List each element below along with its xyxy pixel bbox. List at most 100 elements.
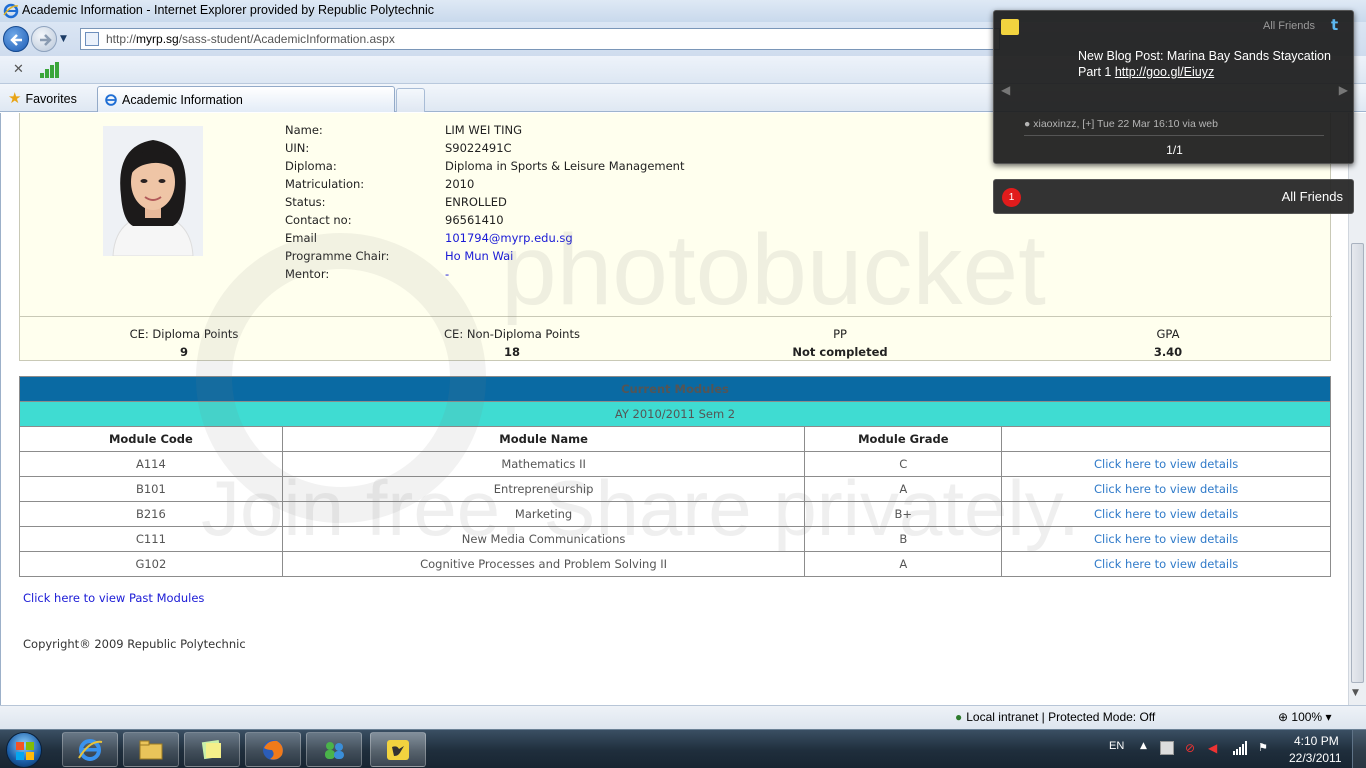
name-label: Name: bbox=[285, 123, 323, 137]
taskbar-explorer[interactable] bbox=[123, 732, 179, 767]
email-label: Email bbox=[285, 231, 317, 245]
gpa-label: GPA bbox=[1156, 327, 1180, 341]
mentor-link[interactable]: - bbox=[445, 267, 449, 281]
network-device-icon[interactable] bbox=[1160, 741, 1174, 755]
ie-icon bbox=[78, 739, 103, 761]
module-code: A114 bbox=[19, 451, 283, 477]
show-hidden-icons-icon[interactable]: ▲ bbox=[1140, 741, 1154, 755]
notification-popup[interactable]: All Friends t ◀ ▶ New Blog Post: Marina … bbox=[993, 10, 1354, 164]
ie-logo-icon bbox=[3, 3, 19, 19]
copyright-text: Copyright® 2009 Republic Polytechnic bbox=[23, 637, 246, 651]
signal-icon[interactable] bbox=[38, 62, 60, 78]
zoom-level[interactable]: ⊕ 100% ▾ bbox=[1278, 710, 1331, 724]
view-details-link[interactable]: Click here to view details bbox=[1001, 476, 1331, 502]
clock-date[interactable]: 22/3/2011 bbox=[1289, 751, 1342, 765]
address-bar[interactable]: http://myrp.sg/sass-student/AcademicInfo… bbox=[80, 28, 1000, 50]
view-details-link[interactable]: Click here to view details bbox=[1001, 501, 1331, 527]
status-label: Status: bbox=[285, 195, 326, 209]
module-grade: A bbox=[804, 476, 1003, 502]
mentor-label: Mentor: bbox=[285, 267, 330, 281]
scrollbar-thumb[interactable] bbox=[1351, 243, 1364, 683]
column-header-grade: Module Grade bbox=[804, 426, 1003, 452]
wifi-signal-icon[interactable] bbox=[1233, 741, 1247, 755]
new-tab-button[interactable] bbox=[396, 88, 425, 112]
windows-logo-icon bbox=[16, 742, 34, 760]
view-details-link[interactable]: Click here to view details bbox=[1001, 526, 1331, 552]
modules-title: Current Modules bbox=[19, 376, 1331, 402]
notification-meta: ● xiaoxinzz, [+] Tue 22 Mar 16:10 via we… bbox=[1024, 118, 1218, 130]
recent-pages-dropdown-icon[interactable]: ▼ bbox=[60, 34, 67, 44]
action-center-icon[interactable]: ⚑ bbox=[1258, 741, 1272, 755]
matriculation-value: 2010 bbox=[445, 177, 475, 191]
back-button[interactable] bbox=[3, 26, 29, 52]
matriculation-label: Matriculation: bbox=[285, 177, 365, 191]
volume-icon[interactable]: ◀ bbox=[1208, 741, 1222, 755]
notification-source: All Friends bbox=[1263, 20, 1315, 32]
twitter-icon: t bbox=[1331, 16, 1339, 34]
taskbar-twitter-client[interactable] bbox=[370, 732, 426, 767]
notification-bar[interactable]: 1 All Friends bbox=[993, 179, 1354, 214]
tab-academic-information[interactable]: Academic Information bbox=[97, 86, 395, 112]
module-grade: C bbox=[804, 451, 1003, 477]
module-name: Marketing bbox=[281, 501, 806, 527]
non-diploma-points-label: CE: Non-Diploma Points bbox=[444, 327, 580, 341]
stats-divider bbox=[20, 316, 1332, 317]
past-modules-link[interactable]: Click here to view Past Modules bbox=[23, 591, 204, 605]
taskbar-firefox[interactable] bbox=[245, 732, 301, 767]
notification-link[interactable]: http://goo.gl/Eiuyz bbox=[1115, 65, 1214, 79]
module-code: B216 bbox=[19, 501, 283, 527]
notes-icon bbox=[201, 739, 222, 760]
zoom-icon: ⊕ bbox=[1278, 710, 1289, 724]
module-grade: B bbox=[804, 526, 1003, 552]
security-zone[interactable]: ● Local intranet | Protected Mode: Off bbox=[955, 710, 1155, 724]
email-link[interactable]: 101794@myrp.edu.sg bbox=[445, 231, 573, 245]
scroll-down-icon[interactable]: ▼ bbox=[1352, 688, 1359, 698]
programme-chair-label: Programme Chair: bbox=[285, 249, 390, 263]
table-row: G102 Cognitive Processes and Problem Sol… bbox=[19, 551, 1331, 577]
uin-label: UIN: bbox=[285, 141, 310, 155]
favorites-button[interactable]: ★ Favorites bbox=[8, 89, 77, 107]
next-notification-icon[interactable]: ▶ bbox=[1339, 83, 1348, 97]
close-toolbar-icon[interactable]: ✕ bbox=[13, 62, 24, 77]
column-header-details bbox=[1001, 426, 1331, 452]
table-row: A114 Mathematics II C Click here to view… bbox=[19, 451, 1331, 477]
programme-chair-link[interactable]: Ho Mun Wai bbox=[445, 249, 513, 263]
bird-icon bbox=[1001, 19, 1019, 35]
forward-arrow-icon bbox=[40, 34, 52, 46]
forward-button[interactable] bbox=[31, 26, 57, 52]
globe-icon: ● bbox=[955, 710, 963, 724]
view-details-link[interactable]: Click here to view details bbox=[1001, 551, 1331, 577]
taskbar-messenger[interactable] bbox=[306, 732, 362, 767]
student-photo bbox=[103, 126, 203, 256]
address-url[interactable]: http://myrp.sg/sass-student/AcademicInfo… bbox=[106, 32, 395, 46]
view-details-link[interactable]: Click here to view details bbox=[1001, 451, 1331, 477]
name-value: LIM WEI TING bbox=[445, 123, 522, 137]
status-bar: ● Local intranet | Protected Mode: Off ⊕ … bbox=[0, 705, 1366, 729]
taskbar-internet-explorer[interactable] bbox=[62, 732, 118, 767]
module-name: New Media Communications bbox=[281, 526, 806, 552]
modules-term: AY 2010/2011 Sem 2 bbox=[19, 401, 1331, 427]
module-code: G102 bbox=[19, 551, 283, 577]
current-modules-table: Current Modules AY 2010/2011 Sem 2 Modul… bbox=[19, 376, 1331, 577]
column-header-name: Module Name bbox=[281, 426, 806, 452]
module-code: C111 bbox=[19, 526, 283, 552]
security-alert-icon[interactable]: ⊘ bbox=[1185, 741, 1199, 755]
clock-time[interactable]: 4:10 PM bbox=[1294, 734, 1339, 748]
column-header-code: Module Code bbox=[19, 426, 283, 452]
module-grade: B+ bbox=[804, 501, 1003, 527]
bird-icon bbox=[387, 740, 409, 760]
star-icon: ★ bbox=[8, 90, 22, 107]
folder-icon bbox=[139, 740, 163, 760]
messenger-icon bbox=[325, 742, 344, 759]
diploma-points-label: CE: Diploma Points bbox=[129, 327, 239, 341]
window-title: Academic Information - Internet Explorer… bbox=[22, 3, 435, 17]
notification-count: 1/1 bbox=[1166, 143, 1183, 157]
taskbar-sticky-notes[interactable] bbox=[184, 732, 240, 767]
language-indicator[interactable]: EN bbox=[1109, 740, 1124, 752]
windows-taskbar: EN ▲ ⊘ ◀ ⚑ 4:10 PM 22/3/2011 bbox=[0, 729, 1366, 768]
non-diploma-points-value: 18 bbox=[503, 345, 520, 359]
previous-notification-icon[interactable]: ◀ bbox=[1001, 83, 1010, 97]
show-desktop-button[interactable] bbox=[1352, 730, 1366, 768]
diploma-points-value: 9 bbox=[179, 345, 188, 359]
start-button[interactable] bbox=[6, 732, 42, 768]
